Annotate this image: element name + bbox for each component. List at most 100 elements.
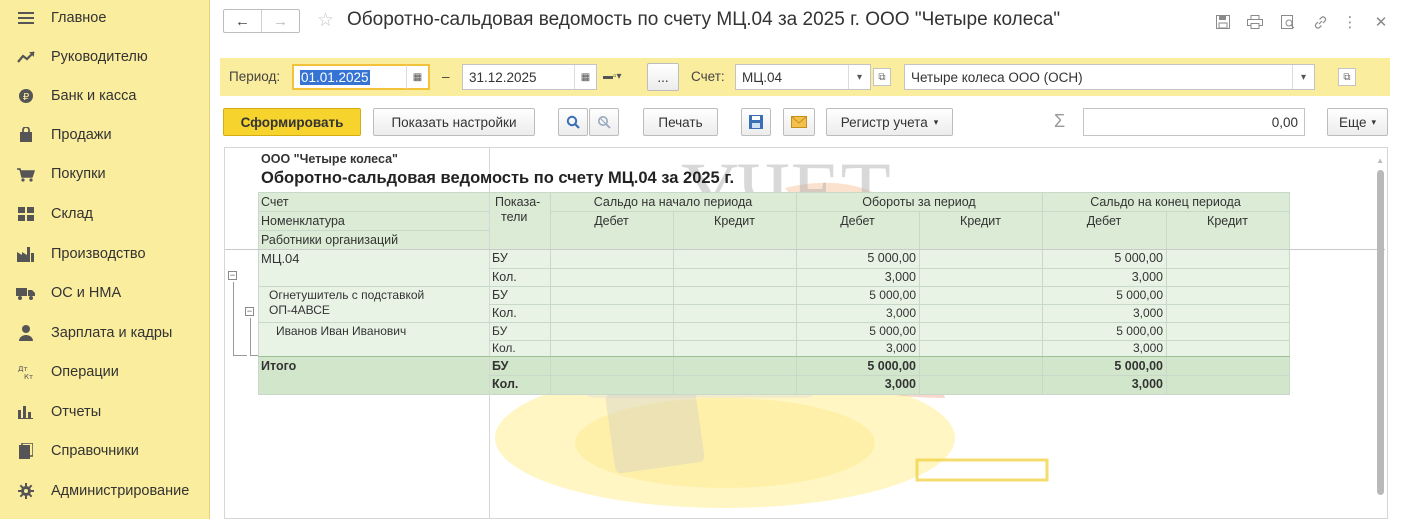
period-type-dropdown[interactable]: ▬▫▾ [603,71,622,82]
sidebar-item-label: ОС и НМА [51,285,122,301]
row-employee-ind-bu: БУ [492,324,508,338]
sidebar-item-production[interactable]: Производство [0,236,210,272]
row-employee-turn-debit-qty[interactable]: 3,000 [796,341,916,355]
sum-field[interactable]: 0,00 [1083,108,1305,136]
row-nomenclature-close-debit-bu[interactable]: 5 000,00 [1042,288,1163,302]
cart-icon [0,167,51,182]
navigation-buttons: ← → [223,9,300,33]
collapse-toggle-nomenclature[interactable]: − [245,307,254,316]
sidebar-item-label: Операции [51,364,119,380]
vertical-scrollbar[interactable] [1377,170,1384,495]
gear-icon [0,483,51,499]
period-select-button[interactable]: ... [647,63,679,91]
account-input[interactable]: МЦ.04 ▾ [735,64,871,90]
sidebar-item-label: Производство [51,246,146,262]
open-organization-icon[interactable]: ⧉ [1338,68,1356,86]
back-button[interactable]: ← [224,10,261,32]
row-employee-close-debit-qty[interactable]: 3,000 [1042,341,1163,355]
row-employee-turn-debit-bu[interactable]: 5 000,00 [796,324,916,338]
sum-value: 0,00 [1271,114,1298,130]
scroll-up-icon[interactable]: ▲ [1376,156,1384,165]
open-account-icon[interactable]: ⧉ [873,68,891,86]
row-account-close-debit-qty[interactable]: 3,000 [1042,270,1163,284]
search-icon [566,115,580,129]
calendar-icon[interactable]: ▦ [574,65,596,89]
page-title: Оборотно-сальдовая ведомость по счету МЦ… [347,9,1061,30]
show-settings-button[interactable]: Показать настройки [373,108,535,136]
search-clear-button[interactable] [589,108,619,136]
period-dash: – [442,69,450,84]
sidebar-item-label: Продажи [51,127,112,143]
total-close-debit-qty[interactable]: 3,000 [1042,377,1163,391]
send-email-button[interactable] [783,108,815,136]
sidebar-item-bank[interactable]: ₽ Банк и касса [0,78,210,114]
dt-kt-icon: Дт Кт [0,364,51,380]
period-from-input[interactable]: 01.01.2025 ▦ [292,64,430,90]
row-nomenclature-ind-qty: Кол. [492,306,517,320]
more-vertical-icon[interactable]: ⋮ [1341,13,1359,31]
arrow-right-icon: → [273,12,288,30]
row-nomenclature-turn-debit-bu[interactable]: 5 000,00 [796,288,916,302]
row-nomenclature-ind-bu: БУ [492,288,508,302]
preview-icon[interactable] [1279,13,1297,31]
sidebar-item-reports[interactable]: Отчеты [0,394,210,430]
more-button[interactable]: Еще ▾ [1327,108,1388,136]
envelope-icon [791,116,807,128]
book-icon [0,443,51,459]
sidebar-item-sales[interactable]: Продажи [0,117,210,153]
sidebar-item-label: Руководителю [51,49,148,65]
favorite-star-icon[interactable]: ☆ [317,9,334,32]
window-header: ← → ☆ Оборотно-сальдовая ведомость по сч… [210,0,1409,44]
sidebar-item-salary[interactable]: Зарплата и кадры [0,315,210,351]
sidebar-item-administration[interactable]: Администрирование [0,473,210,509]
total-turn-debit-qty[interactable]: 3,000 [796,377,916,391]
organization-input[interactable]: Четыре колеса ООО (ОСН) ▾ [904,64,1315,90]
sidebar-item-main[interactable]: Главное [0,0,210,36]
sidebar-item-label: Отчеты [51,404,102,420]
total-turn-debit-bu[interactable]: 5 000,00 [796,359,916,373]
row-account-turn-debit-bu[interactable]: 5 000,00 [796,251,916,265]
row-nomenclature-name[interactable]: Огнетушитель с подставкой ОП-4АВСЕ [269,288,483,318]
caret-down-icon: ▾ [933,116,939,127]
truck-icon [0,287,51,300]
forward-button[interactable]: → [261,10,299,32]
row-account-turn-debit-qty[interactable]: 3,000 [796,270,916,284]
header-indicators-1: Показа- [495,195,541,209]
generate-label: Сформировать [240,114,344,130]
calendar-icon[interactable]: ▦ [406,65,428,89]
report-area[interactable]: УЧЕТ БЕЗ ЗАБОТ − − ООО "Четыре колеса" О… [224,147,1388,519]
bar-chart-icon [0,405,51,419]
sidebar-item-purchases[interactable]: Покупки [0,156,210,192]
period-to-input[interactable]: 31.12.2025 ▦ [462,64,597,90]
row-nomenclature-close-debit-qty[interactable]: 3,000 [1042,306,1163,320]
search-button[interactable] [558,108,588,136]
save-icon[interactable] [1214,13,1232,31]
row-nomenclature-turn-debit-qty[interactable]: 3,000 [796,306,916,320]
show-settings-label: Показать настройки [391,114,517,130]
chevron-down-icon[interactable]: ▾ [848,65,870,89]
link-icon[interactable] [1311,13,1329,31]
row-employee-close-debit-bu[interactable]: 5 000,00 [1042,324,1163,338]
sidebar: Главное Руководителю ₽ Банк и касса Прод… [0,0,210,519]
row-account-name[interactable]: МЦ.04 [261,251,300,266]
report-organization: ООО "Четыре колеса" [261,152,398,166]
person-icon [0,325,51,341]
row-account-close-debit-bu[interactable]: 5 000,00 [1042,251,1163,265]
sidebar-item-references[interactable]: Справочники [0,433,210,469]
generate-button[interactable]: Сформировать [223,108,361,136]
collapse-toggle-account[interactable]: − [228,271,237,280]
row-employee-name[interactable]: Иванов Иван Иванович [276,324,406,338]
sidebar-item-label: Главное [51,10,107,26]
header-closing-credit: Кредит [1207,214,1248,228]
print-button[interactable]: Печать [643,108,718,136]
total-close-debit-bu[interactable]: 5 000,00 [1042,359,1163,373]
sidebar-item-fixed-assets[interactable]: ОС и НМА [0,275,210,311]
close-icon[interactable]: ✕ [1372,13,1390,31]
accounting-register-button[interactable]: Регистр учета ▾ [826,108,953,136]
save-report-button[interactable] [741,108,771,136]
sidebar-item-operations[interactable]: Дт Кт Операции [0,354,210,390]
chevron-down-icon[interactable]: ▾ [1292,65,1314,89]
sidebar-item-manager[interactable]: Руководителю [0,39,210,75]
sidebar-item-warehouse[interactable]: Склад [0,196,210,232]
print-icon[interactable] [1246,13,1264,31]
